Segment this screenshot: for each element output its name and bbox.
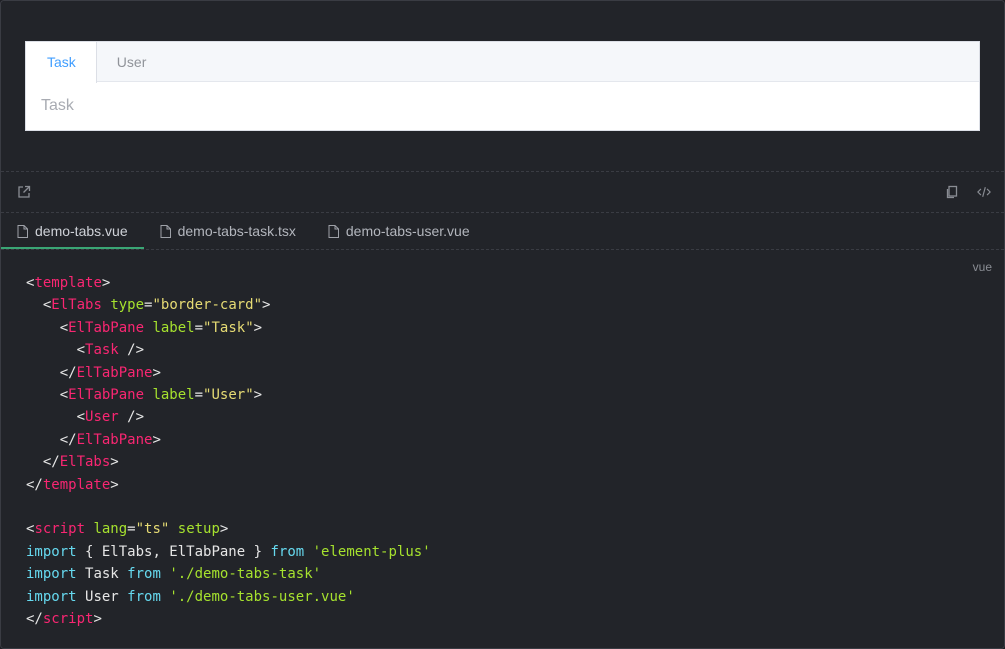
file-tab-demo-tabs-vue[interactable]: demo-tabs.vue [1,213,144,249]
file-icon [17,224,28,238]
code-icon[interactable] [976,184,992,200]
border-card-tabs: Task User Task [25,41,980,131]
file-tab-label: demo-tabs.vue [35,223,128,239]
file-tab-demo-tabs-user-vue[interactable]: demo-tabs-user.vue [312,213,486,249]
tabs-header: Task User [26,42,979,83]
copy-icon[interactable] [944,184,960,200]
tab-user[interactable]: User [97,42,168,82]
file-tabs: demo-tabs.vue demo-tabs-task.tsx demo-ta… [1,213,1004,249]
file-tab-label: demo-tabs-user.vue [345,223,470,239]
demo-block: Task User Task demo-tabs.vue demo-tabs-t… [0,0,1005,649]
demo-toolbar [1,172,1004,212]
source-code: <template> <ElTabs type="border-card"> <… [26,275,431,628]
file-tab-label: demo-tabs-task.tsx [177,223,296,239]
tab-pane-content: Task [41,97,74,114]
code-language-label: vue [972,260,992,274]
file-icon [160,224,171,238]
tab-task[interactable]: Task [26,42,97,83]
code-block: vue <template> <ElTabs type="border-card… [1,250,1004,648]
external-link-icon[interactable] [16,184,32,200]
file-icon [328,224,339,238]
demo-preview: Task User Task [1,1,1004,171]
file-tab-demo-tabs-task-tsx[interactable]: demo-tabs-task.tsx [144,213,312,249]
